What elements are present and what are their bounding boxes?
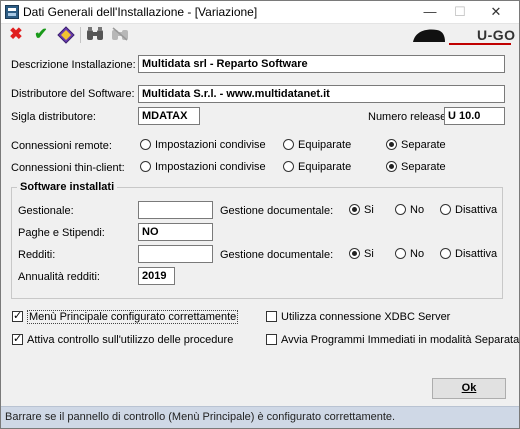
- dialog-window: Dati Generali dell'Installazione - [Vari…: [0, 0, 520, 429]
- radio-dot: [140, 161, 151, 172]
- paghe-label: Paghe e Stipendi:: [18, 227, 105, 239]
- radio-dot: [283, 139, 294, 150]
- radio-dot: [395, 204, 406, 215]
- binoculars-icon[interactable]: [86, 26, 104, 44]
- logo-text: U-GO: [477, 27, 516, 43]
- xdbc-checkbox[interactable]: Utilizza connessione XDBC Server: [266, 310, 450, 324]
- key-icon[interactable]: [57, 26, 75, 44]
- checkbox-checked: [12, 309, 23, 323]
- paghe-field[interactable]: NO: [138, 223, 213, 241]
- radio-dot-selected: [349, 248, 360, 259]
- radio-label: Si: [364, 248, 374, 260]
- radio-label: Disattiva: [455, 248, 498, 260]
- thin-equiparate-radio[interactable]: Equiparate: [283, 160, 351, 174]
- radio-label: No: [410, 204, 425, 216]
- checkbox-unchecked: [266, 334, 277, 345]
- radio-dot: [140, 139, 151, 150]
- sigla-field[interactable]: MDATAX: [138, 107, 200, 125]
- connessioni-remote-label: Connessioni remote:: [11, 140, 112, 152]
- checkbox-label: Utilizza connessione XDBC Server: [281, 311, 451, 323]
- status-bar: Barrare se il pannello di controllo (Men…: [1, 406, 519, 428]
- radio-dot-selected: [386, 139, 397, 150]
- descrizione-field[interactable]: Multidata srl - Reparto Software: [138, 55, 505, 73]
- avvia-programmi-checkbox[interactable]: Avvia Programmi Immediati in modalità Se…: [266, 333, 519, 347]
- gestionale-doc-no-radio[interactable]: No: [395, 203, 424, 217]
- radio-label: Si: [364, 204, 374, 216]
- redditi-doc-si-radio[interactable]: Si: [349, 247, 374, 261]
- gestionale-label: Gestionale:: [18, 205, 74, 217]
- logo-graphic: [413, 29, 445, 42]
- radio-dot: [395, 248, 406, 259]
- remote-separate-radio[interactable]: Separate: [386, 138, 446, 152]
- remote-equiparate-radio[interactable]: Equiparate: [283, 138, 351, 152]
- checkbox-label: Attiva controllo sull'utilizzo delle pro…: [27, 334, 234, 346]
- minimize-button[interactable]: —: [415, 1, 445, 23]
- radio-dot-selected: [386, 161, 397, 172]
- remote-condivise-radio[interactable]: Impostazioni condivise: [140, 138, 266, 152]
- menu-principale-checkbox[interactable]: Menù Principale configurato correttament…: [12, 309, 239, 324]
- ok-button-label: Ok: [461, 382, 477, 394]
- redditi-doc-no-radio[interactable]: No: [395, 247, 424, 261]
- radio-label: Equiparate: [298, 161, 352, 173]
- radio-label: No: [410, 248, 425, 260]
- checkbox-checked: [12, 332, 23, 346]
- redditi-label: Redditi:: [18, 249, 56, 261]
- descrizione-label: Descrizione Installazione:: [11, 59, 136, 71]
- gestione-doc-label-1: Gestione documentale:: [220, 205, 334, 217]
- cancel-icon[interactable]: ✖: [7, 26, 25, 44]
- attiva-controllo-checkbox[interactable]: Attiva controllo sull'utilizzo delle pro…: [12, 332, 234, 347]
- distributore-field[interactable]: Multidata S.r.l. - www.multidatanet.it: [138, 85, 505, 103]
- radio-dot: [283, 161, 294, 172]
- confirm-icon[interactable]: ✔: [32, 26, 50, 44]
- radio-label: Impostazioni condivise: [155, 161, 266, 173]
- release-label: Numero release:: [368, 111, 450, 123]
- close-button[interactable]: ✕: [481, 1, 511, 23]
- redditi-field[interactable]: [138, 245, 213, 263]
- maximize-button[interactable]: ☐: [445, 1, 475, 23]
- connessioni-thin-label: Connessioni thin-client:: [11, 162, 125, 174]
- radio-label: Disattiva: [455, 204, 498, 216]
- radio-label: Impostazioni condivise: [155, 139, 266, 151]
- radio-dot: [440, 204, 451, 215]
- thin-separate-radio[interactable]: Separate: [386, 160, 446, 174]
- checkbox-unchecked: [266, 311, 277, 322]
- window-title: Dati Generali dell'Installazione - [Vari…: [23, 5, 258, 19]
- radio-label: Separate: [401, 139, 446, 151]
- radio-dot-selected: [349, 204, 360, 215]
- annualita-field[interactable]: 2019: [138, 267, 175, 285]
- release-field[interactable]: U 10.0: [444, 107, 505, 125]
- redditi-doc-disattiva-radio[interactable]: Disattiva: [440, 247, 497, 261]
- app-icon: [5, 5, 19, 19]
- distributore-label: Distributore del Software:: [11, 88, 135, 100]
- sigla-label: Sigla distributore:: [11, 111, 96, 123]
- checkbox-label: Avvia Programmi Immediati in modalità Se…: [281, 334, 520, 346]
- thin-condivise-radio[interactable]: Impostazioni condivise: [140, 160, 266, 174]
- annualita-label: Annualità redditi:: [18, 271, 100, 283]
- title-bar: Dati Generali dell'Installazione - [Vari…: [1, 1, 519, 24]
- toolbar-separator: [80, 27, 81, 43]
- logo-underline: [449, 43, 511, 45]
- gestionale-field[interactable]: [138, 201, 213, 219]
- software-group-title: Software installati: [17, 181, 118, 193]
- radio-label: Equiparate: [298, 139, 352, 151]
- gestionale-doc-disattiva-radio[interactable]: Disattiva: [440, 203, 497, 217]
- binoculars-disabled-icon: [111, 26, 129, 44]
- gestione-doc-label-2: Gestione documentale:: [220, 249, 334, 261]
- gestionale-doc-si-radio[interactable]: Si: [349, 203, 374, 217]
- ok-button[interactable]: Ok: [432, 378, 506, 399]
- checkbox-label: Menù Principale configurato correttament…: [27, 310, 239, 324]
- radio-label: Separate: [401, 161, 446, 173]
- radio-dot: [440, 248, 451, 259]
